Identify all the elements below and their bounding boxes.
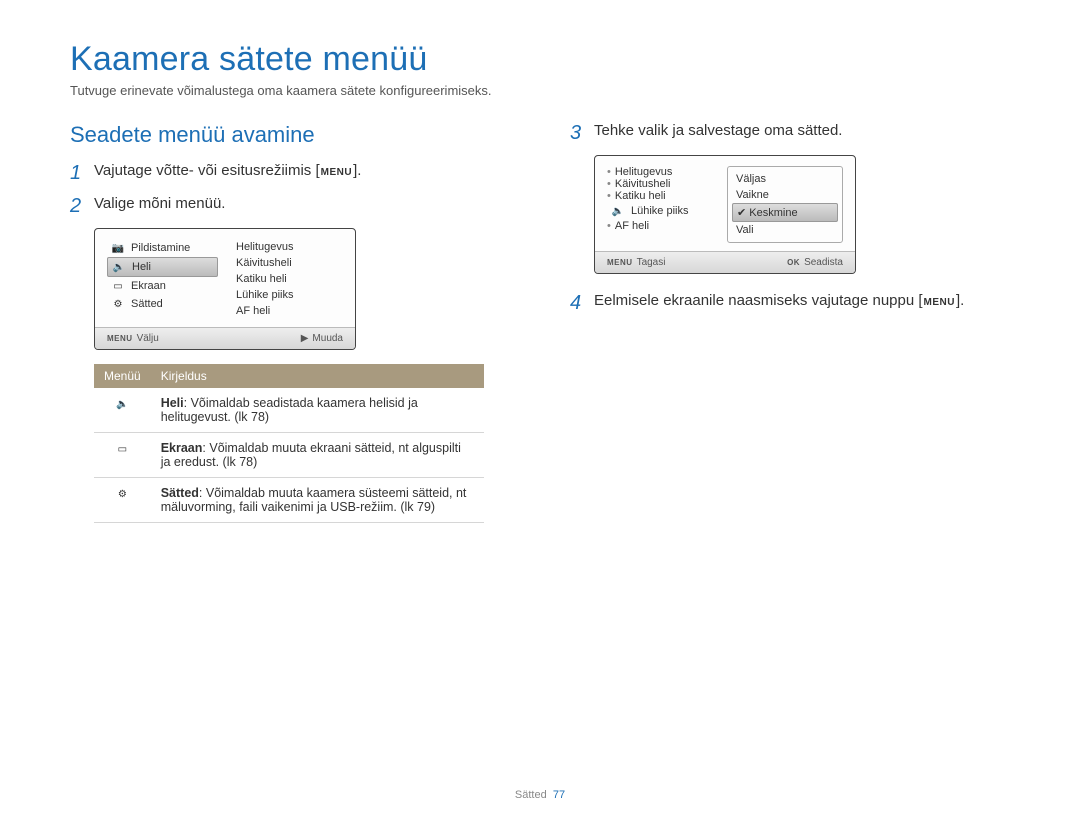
table-row: 🔈 Heli: Võimaldab seadistada kaamera hel… [94, 388, 484, 433]
footer-set: OK Seadista [787, 257, 843, 268]
step-3: 3 Tehke valik ja salvestage oma sätted. [570, 122, 1010, 145]
submenu-item-active: 🔈 Lühike piiks [607, 202, 713, 220]
menu-label: MENU [923, 297, 956, 308]
submenu-item: AF heli [232, 303, 343, 319]
page-footer: Sätted 77 [0, 789, 1080, 801]
submenu-item: Helitugevus [232, 239, 343, 255]
step-number: 1 [70, 162, 84, 185]
step-1: 1 Vajutage võtte- või esitusrežiimis [ME… [70, 162, 510, 185]
camera-icon: 📷 [111, 242, 125, 254]
sound-icon: 🔈 [112, 261, 126, 273]
page-title: Kaamera sätete menüü [70, 40, 1010, 79]
submenu-item: Katiku heli [607, 190, 713, 202]
sound-icon: 🔈 [115, 399, 129, 411]
step-number: 4 [570, 292, 584, 315]
right-column: 3 Tehke valik ja salvestage oma sätted. … [570, 122, 1010, 523]
sound-icon: 🔈 [611, 205, 625, 217]
submenu-item: AF heli [607, 220, 713, 232]
step-number: 2 [70, 195, 84, 218]
option-item: Väljas [732, 171, 838, 187]
section-heading: Seadete menüü avamine [70, 122, 510, 148]
menu-item-heli: 🔈 Heli [107, 257, 218, 277]
submenu-item: Käivitusheli [607, 178, 713, 190]
check-icon: ✔ [737, 207, 746, 219]
option-item-selected: ✔ Keskmine [732, 203, 838, 222]
footer-back: MENU Tagasi [607, 257, 665, 268]
table-head-desc: Kirjeldus [151, 364, 484, 388]
display-icon: ▭ [115, 444, 129, 456]
table-row: ⚙ Sätted: Võimaldab muuta kaamera süstee… [94, 478, 484, 523]
option-item: Vaikne [732, 187, 838, 203]
table-head-menu: Menüü [94, 364, 151, 388]
submenu-item: Käivitusheli [232, 255, 343, 271]
menu-item-ekraan: ▭ Ekraan [107, 277, 218, 295]
step-text: Eelmisele ekraanile naasmiseks vajutage … [594, 292, 964, 309]
option-item: Vali [732, 222, 838, 238]
step-2: 2 Valige mõni menüü. [70, 195, 510, 218]
step-number: 3 [570, 122, 584, 145]
page-subtitle: Tutvuge erinevate võimalustega oma kaame… [70, 83, 1010, 98]
camera-screen-menu: 📷 Pildistamine 🔈 Heli ▭ Ekraan ⚙ [94, 228, 356, 350]
footer-change: ▶ Muuda [301, 333, 343, 344]
menu-description-table: Menüü Kirjeldus 🔈 Heli: Võimaldab seadis… [94, 364, 484, 523]
menu-label: MENU [320, 167, 353, 178]
step-4: 4 Eelmisele ekraanile naasmiseks vajutag… [570, 292, 1010, 315]
display-icon: ▭ [111, 280, 125, 292]
step-text: Vajutage võtte- või esitusrežiimis [MENU… [94, 162, 361, 179]
camera-screen-volume: Helitugevus Käivitusheli Katiku heli 🔈 L… [594, 155, 856, 274]
submenu-item: Lühike piiks [232, 287, 343, 303]
menu-item-satted: ⚙ Sätted [107, 295, 218, 313]
submenu-item: Helitugevus [607, 166, 713, 178]
menu-item-pildistamine: 📷 Pildistamine [107, 239, 218, 257]
submenu-item: Katiku heli [232, 271, 343, 287]
gear-icon: ⚙ [111, 298, 125, 310]
step-text: Tehke valik ja salvestage oma sätted. [594, 122, 842, 139]
gear-icon: ⚙ [115, 489, 129, 501]
table-row: ▭ Ekraan: Võimaldab muuta ekraani sättei… [94, 433, 484, 478]
step-text: Valige mõni menüü. [94, 195, 225, 212]
left-column: Seadete menüü avamine 1 Vajutage võtte- … [70, 122, 510, 523]
footer-exit: MENU Välju [107, 333, 159, 344]
